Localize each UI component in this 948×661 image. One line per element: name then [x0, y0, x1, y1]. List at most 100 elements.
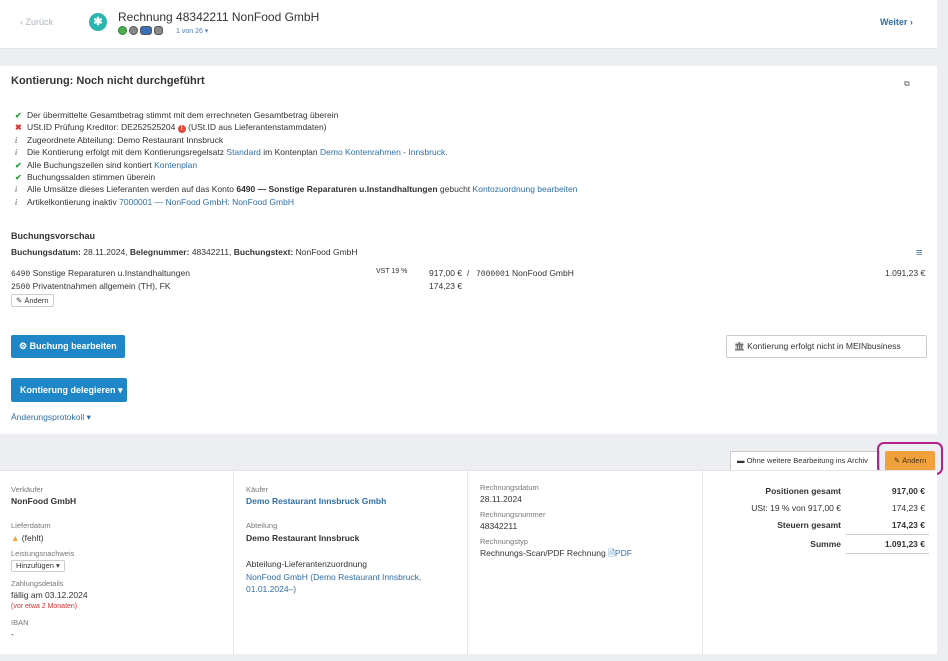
- summary-label: Positionen gesamt: [765, 486, 841, 496]
- invoice-counter[interactable]: 1 von 26 ▾: [176, 27, 208, 35]
- summary-row: Positionen gesamt 917,00 €: [703, 486, 937, 498]
- summary-column: Positionen gesamt 917,00 € USt: 19 % von …: [703, 471, 937, 655]
- button-label: Kontierung erfolgt nicht in MEINbusiness: [747, 341, 901, 351]
- buchungsvorschau-title: Buchungsvorschau: [11, 231, 96, 241]
- konto-bezeichnung: Privatentnahmen allgemein (TH), FK: [32, 281, 171, 291]
- check-item: i Artikelkontierung inaktiv 7000001 — Non…: [15, 196, 577, 208]
- kaeufer-link[interactable]: Demo Restaurant Innsbruck Gmbh: [246, 496, 386, 506]
- menu-icon[interactable]: ≡: [916, 247, 922, 259]
- check-text: Die Kontierung erfolgt mit dem Kontierun…: [27, 147, 225, 158]
- gegen-separator: /: [467, 268, 470, 278]
- rtyp-text: Rechnungs-Scan/PDF Rechnung: [480, 548, 606, 558]
- document-badge-icon: [129, 26, 138, 35]
- leistung-label: Leistungsnachweis: [11, 549, 75, 558]
- archive-icon: ▬: [737, 456, 747, 465]
- aenderungsprotokoll-link[interactable]: Änderungsprotokoll ▾: [11, 412, 91, 423]
- iban-value: -: [11, 629, 14, 639]
- buchungs-meta: Buchungsdatum: 28.11.2024, Belegnummer: …: [11, 247, 358, 257]
- zahlung-hint: (vor etwa 2 Monaten): [11, 603, 78, 610]
- rnummer-value: 48342211: [480, 521, 518, 531]
- meta-value: 48342211,: [191, 247, 232, 257]
- check-text: USt.ID Prüfung Kreditor: DE252525204: [27, 122, 176, 133]
- meta-label: Buchungsdatum:: [11, 247, 81, 257]
- invoice-status-icon: ✱: [89, 13, 107, 31]
- check-item: ✔ Buchungssalden stimmen überein: [15, 171, 577, 183]
- error-icon: ✖: [15, 123, 22, 133]
- meta-label: Buchungstext:: [233, 247, 294, 257]
- kontierung-panel: Kontierung: Noch nicht durchgeführt ⧉ ✔ D…: [0, 66, 937, 434]
- zuordnung-link-cont[interactable]: 01.01.2024–): [246, 584, 296, 594]
- pdf-link[interactable]: 🗎PDF: [608, 548, 632, 558]
- check-text: Der übermittelte Gesamtbetrag stimmt mit…: [27, 110, 339, 120]
- warning-icon: ▲: [11, 533, 20, 543]
- info-icon: i: [15, 148, 18, 158]
- artikelkontierung-link[interactable]: 7000001 — NonFood GmbH: NonFood GmbH: [119, 197, 294, 207]
- summary-label: USt: 19 % von 917,00 €: [751, 503, 841, 513]
- verkaeufer-value: NonFood GmbH: [11, 496, 77, 506]
- aendern-small-button[interactable]: ✎ Ändern: [11, 294, 54, 307]
- konto-nummer: 6490: [11, 270, 31, 279]
- kontenplan-link[interactable]: Demo Kontenrahmen - Innsbruck: [320, 147, 445, 157]
- check-text: gebucht: [439, 184, 471, 195]
- summary-row: Summe 1.091,23 €: [703, 539, 937, 551]
- check-text: Alle Buchungszeilen sind kontiert: [27, 159, 152, 170]
- check-item: i Alle Umsätze dieses Lieferanten werden …: [15, 183, 577, 195]
- zuordnung-link[interactable]: NonFood GmbH (Demo Restaurant Innsbruck,: [246, 572, 421, 582]
- rnummer-label: Rechnungsnummer: [480, 510, 546, 519]
- kontenplan-link[interactable]: Kontenplan: [154, 160, 197, 170]
- print-badge-icon: [154, 26, 163, 35]
- gears-icon: ⚙: [19, 341, 30, 351]
- divider: [846, 534, 929, 535]
- meta-value: NonFood GmbH: [295, 247, 358, 257]
- buchung-bearbeiten-button[interactable]: ⚙ Buchung bearbeiten: [11, 335, 125, 358]
- check-item: ✔ Alle Buchungszeilen sind kontiert Konte…: [15, 159, 577, 171]
- zuordnung-label: Abteilung-Lieferantenzuordnung: [246, 559, 367, 569]
- summary-value: 174,23 €: [891, 520, 925, 530]
- check-list: ✔ Der übermittelte Gesamtbetrag stimmt mi…: [15, 109, 577, 208]
- gegenkonto: 7000001 NonFood GmbH: [476, 268, 574, 279]
- bank-icon: 🏛: [734, 341, 748, 351]
- abteilung-value: Demo Restaurant Innsbruck: [246, 533, 360, 543]
- summary-row: USt: 19 % von 917,00 € 174,23 €: [703, 503, 937, 515]
- rdatum-label: Rechnungsdatum: [480, 483, 539, 492]
- kontierung-title: Kontierung: Noch nicht durchgeführt: [11, 75, 205, 87]
- summary-label: Summe: [810, 539, 841, 549]
- gegenkonto-nummer: 7000001: [476, 270, 510, 279]
- zahlung-label: Zahlungsdetails: [11, 579, 64, 588]
- konto-name: 6490 — Sonstige Reparaturen u.Instandhal…: [236, 184, 438, 195]
- buchung-row: 6490 Sonstige Reparaturen u.Instandhaltu…: [11, 268, 190, 279]
- gegenkonto-name: NonFood GmbH: [511, 268, 574, 278]
- summary-row: Steuern gesamt 174,23 €: [703, 520, 937, 532]
- check-text: Artikelkontierung inaktiv: [27, 196, 117, 207]
- rechnung-column: Rechnungsdatum 28.11.2024 Rechnungsnumme…: [468, 471, 703, 655]
- check-text: im Kontenplan: [263, 147, 318, 158]
- check-item: i Zugeordnete Abteilung: Demo Restaurant …: [15, 134, 577, 146]
- check-text: Alle Umsätze dieses Lieferanten werden a…: [27, 184, 234, 195]
- check-item: ✖ USt.ID Prüfung Kreditor: DE252525204 ! …: [15, 121, 577, 134]
- button-label: Buchung bearbeiten: [29, 341, 117, 351]
- konto-bezeichnung: Sonstige Reparaturen u.Instandhaltungen: [32, 268, 190, 278]
- kaeufer-column: Käufer Demo Restaurant Innsbruck Gmbh Ab…: [234, 471, 468, 655]
- kontierung-delegieren-button[interactable]: Kontierung delegieren ▾: [11, 378, 127, 402]
- lieferdatum-text: (fehlt): [21, 533, 44, 543]
- kaeufer-label: Käufer: [246, 485, 269, 494]
- lieferdatum-label: Lieferdatum: [11, 521, 51, 530]
- archiv-button[interactable]: ▬ Ohne weitere Bearbeitung ins Archiv: [730, 451, 880, 471]
- meinbusiness-button[interactable]: 🏛 Kontierung erfolgt nicht in MEINbusine…: [726, 335, 927, 358]
- invoice-badges: [118, 26, 163, 35]
- back-button[interactable]: ‹ Zurück: [20, 17, 53, 27]
- next-button[interactable]: Weiter ›: [880, 17, 913, 27]
- expand-icon[interactable]: ⧉: [904, 79, 910, 89]
- buchung-summe: 1.091,23 €: [885, 268, 926, 278]
- kontozuordnung-link[interactable]: Kontozuordnung bearbeiten: [473, 184, 578, 194]
- info-icon: i: [15, 185, 18, 195]
- leistungsnachweis-select[interactable]: Hinzufügen ▾: [11, 560, 65, 572]
- rtyp-label: Rechnungstyp: [480, 537, 528, 546]
- invoice-details: Verkäufer NonFood GmbH Lieferdatum ▲ (fe…: [0, 470, 937, 655]
- konto-nummer: 2500: [11, 283, 31, 292]
- meta-value: 28.11.2024,: [83, 247, 128, 257]
- check-text: .: [445, 147, 448, 158]
- check-text: Buchungssalden stimmen überein: [27, 171, 156, 182]
- regelsatz-link[interactable]: Standard: [226, 147, 261, 157]
- pdf-icon: 🗎: [608, 548, 615, 558]
